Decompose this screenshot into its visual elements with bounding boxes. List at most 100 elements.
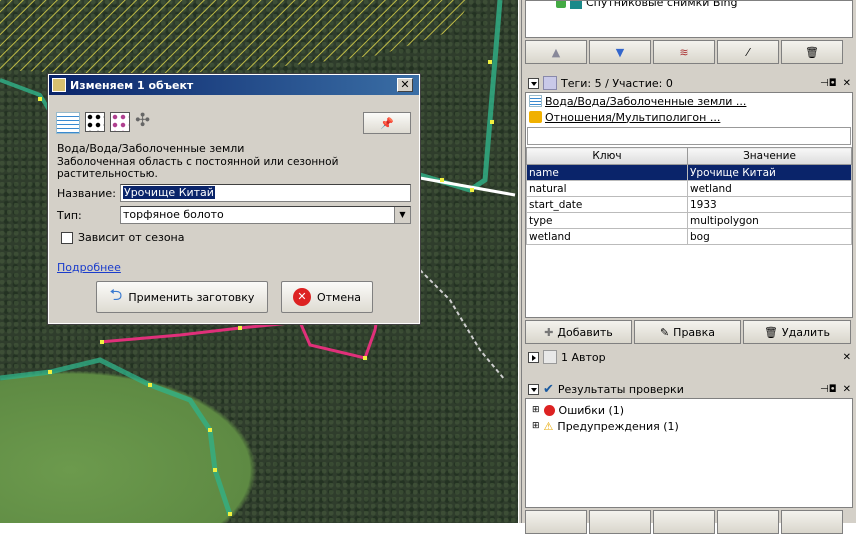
down-arrow-icon: ▼ <box>615 45 625 59</box>
name-input[interactable]: Урочище Китай <box>120 184 411 202</box>
way-green-north <box>0 78 57 122</box>
tag-key[interactable]: start_date <box>526 196 688 213</box>
pin-preset-button[interactable]: 📌 <box>363 112 411 134</box>
authors-panel: 1 Автор ✕ <box>525 348 853 370</box>
collapse-toggle[interactable] <box>528 383 539 395</box>
column-header-value[interactable]: Значение <box>687 147 852 165</box>
tag-key[interactable]: type <box>526 212 688 229</box>
multipolygon-icon <box>529 111 542 123</box>
preset-link-wetland[interactable]: Вода/Вода/Заболоченные земли ... <box>526 93 852 109</box>
pin-icon: 📌 <box>380 116 394 130</box>
delete-layer-button[interactable]: 🗑 <box>781 40 843 64</box>
tag-icon <box>543 76 557 90</box>
preset-icons: ✣ <box>56 112 157 134</box>
button-label: Удалить <box>781 325 831 339</box>
close-icon[interactable]: ✕ <box>843 352 851 363</box>
tag-value[interactable]: wetland <box>687 180 852 197</box>
collapse-toggle[interactable] <box>528 351 539 363</box>
plants-icon: ✣ <box>135 110 151 131</box>
table-row[interactable]: name Урочище Китай <box>526 164 852 181</box>
wetland-icon <box>56 112 80 134</box>
close-icon[interactable]: ✕ <box>843 384 851 395</box>
preset-link-multipolygon[interactable]: Отношения/Мультиполигон ... <box>526 109 852 125</box>
cancel-button[interactable]: ✕ Отмена <box>281 281 373 313</box>
expand-icon[interactable]: ⊞ <box>532 405 540 415</box>
plus-icon: ✚ <box>544 325 554 339</box>
layer-item-imagery[interactable]: Спутниковые снимки Bing <box>556 1 737 9</box>
trash-icon: 🗑 <box>805 45 819 59</box>
tag-value[interactable]: 1933 <box>687 196 852 213</box>
collapse-toggle[interactable] <box>528 77 539 89</box>
way-green-south <box>0 357 233 516</box>
side-panels: Спутниковые снимки Bing ▲ ▼ ≋ ⁄ 🗑 Теги: … <box>522 0 856 534</box>
layer-properties-button[interactable]: ⁄ <box>717 40 779 64</box>
expand-icon[interactable]: ⊞ <box>532 421 540 431</box>
button-label: Применить заготовку <box>128 290 255 304</box>
close-icon[interactable]: ✕ <box>843 78 851 89</box>
hatched-area <box>0 0 470 75</box>
preset-path: Вода/Вода/Заболоченные земли <box>57 142 245 155</box>
tag-value[interactable]: bog <box>687 228 852 245</box>
pin-icon[interactable]: ⊣◘ <box>820 78 837 89</box>
error-icon <box>543 404 555 416</box>
merge-layers-button[interactable]: ≋ <box>653 40 715 64</box>
add-tag-button[interactable]: ✚ Добавить <box>525 320 632 344</box>
tree-item-warnings[interactable]: ⊞ ⚠ Предупреждения (1) <box>532 418 846 434</box>
tags-panel: Теги: 5 / Участие: 0 ⊣◘ ✕ Вода/Вода/Забол… <box>525 74 853 344</box>
authors-panel-title: 1 Автор <box>561 350 606 364</box>
edit-tag-button[interactable]: ✎ Правка <box>634 320 741 344</box>
author-icon <box>543 350 557 364</box>
move-layer-down-button[interactable]: ▼ <box>589 40 651 64</box>
validation-toolbar-button[interactable] <box>653 510 715 534</box>
column-header-key[interactable]: Ключ <box>526 147 688 165</box>
tag-key[interactable]: name <box>526 164 688 181</box>
tags-table: Ключ Значение name Урочище Китай natural w… <box>526 147 852 245</box>
trash-icon: 🗑 <box>763 325 778 339</box>
move-layer-up-button[interactable]: ▲ <box>525 40 587 64</box>
dialog-title-bar[interactable]: Изменяем 1 объект ✕ <box>49 75 419 95</box>
type-value: торфяное болото <box>123 208 224 221</box>
name-label: Название: <box>57 187 116 200</box>
table-row[interactable]: wetland bog <box>526 228 852 245</box>
tag-value[interactable]: multipolygon <box>687 212 852 229</box>
button-label: Правка <box>673 325 716 339</box>
validation-toolbar-button[interactable] <box>525 510 587 534</box>
delete-tag-button[interactable]: 🗑 Удалить <box>743 320 851 344</box>
seasonal-checkbox[interactable] <box>61 231 73 244</box>
road-line <box>419 176 516 197</box>
table-row[interactable]: start_date 1933 <box>526 196 852 213</box>
tag-filter-input[interactable] <box>527 127 851 145</box>
close-button[interactable]: ✕ <box>397 78 413 92</box>
validation-toolbar-button[interactable] <box>781 510 843 534</box>
chevron-down-icon[interactable]: ▼ <box>394 207 410 223</box>
tag-value[interactable]: Урочище Китай <box>687 164 852 181</box>
button-label: Добавить <box>557 325 613 339</box>
type-select[interactable]: торфяное болото ▼ <box>120 206 411 224</box>
warning-icon: ⚠ <box>543 419 554 433</box>
layers-list[interactable]: Спутниковые снимки Bing <box>525 0 853 38</box>
table-row[interactable]: type multipolygon <box>526 212 852 229</box>
validation-toolbar-button[interactable] <box>589 510 651 534</box>
dots-icon <box>85 112 105 132</box>
validation-toolbar-button[interactable] <box>717 510 779 534</box>
layers-merge-icon: ≋ <box>679 45 689 59</box>
tag-key[interactable]: wetland <box>526 228 688 245</box>
pin-icon[interactable]: ⊣◘ <box>820 384 837 395</box>
tree-label: Предупреждения (1) <box>557 419 679 433</box>
tag-key[interactable]: natural <box>526 180 688 197</box>
wetland-icon <box>529 95 542 107</box>
track-dashed <box>419 269 506 381</box>
layer-visible-icon[interactable] <box>556 1 566 8</box>
validation-panel: ✔ Результаты проверки ⊣◘ ✕ ⊞ Ошибки (1) ⊞… <box>525 380 853 534</box>
apply-preset-button[interactable]: ⮌ Применить заготовку <box>96 281 268 313</box>
bing-icon <box>570 1 582 9</box>
cancel-icon: ✕ <box>292 288 311 306</box>
seasonal-checkbox-row[interactable]: Зависит от сезона <box>61 231 185 244</box>
app-icon <box>52 78 66 92</box>
seasonal-label: Зависит от сезона <box>78 231 185 244</box>
dialog-title: Изменяем 1 объект <box>70 78 194 92</box>
more-info-link[interactable]: Подробнее <box>57 261 121 274</box>
tree-item-errors[interactable]: ⊞ Ошибки (1) <box>532 402 846 418</box>
tree-label: Ошибки (1) <box>558 403 625 417</box>
table-row[interactable]: natural wetland <box>526 180 852 197</box>
